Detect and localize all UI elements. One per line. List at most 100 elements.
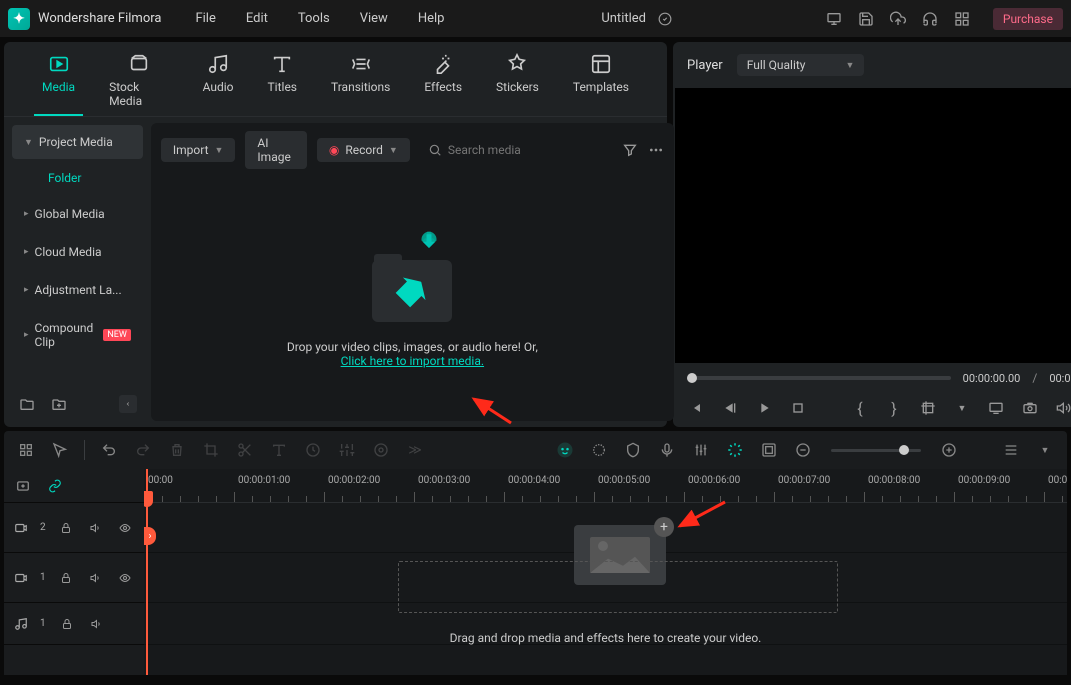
ruler-label: 00:00:04:00 — [508, 475, 560, 486]
mark-in-icon[interactable]: { — [851, 399, 869, 417]
track-view-icon[interactable] — [1001, 440, 1021, 460]
scrub-track[interactable] — [687, 376, 951, 380]
select-tool-icon[interactable] — [16, 440, 36, 460]
player-viewport[interactable] — [675, 88, 1071, 363]
mute-icon[interactable] — [87, 569, 104, 587]
support-icon[interactable] — [921, 10, 939, 28]
save-icon[interactable] — [857, 10, 875, 28]
mark-out-icon[interactable]: } — [885, 399, 903, 417]
shield-icon[interactable] — [623, 440, 643, 460]
drop-area[interactable]: Drop your video clips, images, or audio … — [151, 177, 674, 421]
timeline-drop-zone[interactable] — [398, 561, 838, 613]
marker-dotted-icon[interactable] — [589, 440, 609, 460]
volume-icon[interactable] — [1055, 399, 1071, 417]
add-track-icon[interactable] — [14, 477, 32, 495]
pointer-tool-icon[interactable] — [50, 440, 70, 460]
delete-icon[interactable] — [167, 440, 187, 460]
new-badge: NEW — [103, 329, 131, 341]
visibility-icon[interactable] — [117, 569, 134, 587]
quality-select[interactable]: Full Quality▼ — [737, 54, 865, 76]
tab-media[interactable]: Media — [34, 48, 83, 116]
camera-icon[interactable] — [1021, 399, 1039, 417]
tab-templates[interactable]: Templates — [565, 48, 637, 116]
purchase-button[interactable]: Purchase — [993, 8, 1063, 30]
render-icon[interactable] — [725, 440, 745, 460]
tab-stickers[interactable]: Stickers — [488, 48, 547, 116]
mute-icon[interactable] — [88, 615, 106, 633]
tab-titles[interactable]: Titles — [260, 48, 305, 116]
drop-text: Drop your video clips, images, or audio … — [287, 340, 538, 368]
lock-icon[interactable] — [58, 615, 76, 633]
playhead[interactable]: › — [146, 469, 148, 675]
apps-icon[interactable] — [953, 10, 971, 28]
player-label: Player — [687, 58, 723, 73]
cloud-upload-icon[interactable] — [889, 10, 907, 28]
layout-icon[interactable] — [759, 440, 779, 460]
mixer-icon[interactable] — [691, 440, 711, 460]
new-bin-icon[interactable] — [50, 395, 68, 413]
nav-compound-clip[interactable]: ▸Compound ClipNEW — [12, 311, 143, 359]
new-folder-icon[interactable] — [18, 395, 36, 413]
play-icon[interactable] — [755, 399, 773, 417]
nav-project-media[interactable]: ▼Project Media — [12, 125, 143, 159]
display-icon[interactable] — [825, 10, 843, 28]
tab-transitions[interactable]: Transitions — [323, 48, 398, 116]
player-scrub: 00:00:00.00 / 00:00:00.00 — [673, 363, 1071, 393]
text-tl-icon[interactable] — [269, 440, 289, 460]
tv-icon[interactable] — [987, 399, 1005, 417]
zoom-in-icon[interactable] — [939, 440, 959, 460]
timeline-ruler[interactable]: 00:0000:00:01:0000:00:02:0000:00:03:0000… — [144, 469, 1067, 503]
search-input[interactable] — [448, 143, 604, 157]
add-media-plus-icon[interactable]: + — [654, 517, 674, 537]
import-link[interactable]: Click here to import media. — [341, 354, 484, 368]
timeline-track-headers: 2 1 1 — [4, 469, 144, 675]
nav-folder[interactable]: Folder — [8, 161, 147, 195]
prev-frame-icon[interactable] — [687, 399, 705, 417]
menu-tools[interactable]: Tools — [292, 7, 336, 30]
ai-image-button[interactable]: AI Image — [245, 131, 306, 169]
adjust-icon[interactable] — [337, 440, 357, 460]
crop-icon[interactable] — [919, 399, 937, 417]
menu-file[interactable]: File — [189, 7, 221, 30]
collapse-nav-icon[interactable] — [119, 395, 137, 413]
more-icon[interactable] — [648, 141, 664, 159]
record-button[interactable]: ◉Record▼ — [317, 138, 410, 162]
scrub-thumb[interactable] — [687, 373, 697, 383]
nav-cloud-media[interactable]: ▸Cloud Media — [12, 235, 143, 269]
visibility-icon[interactable] — [117, 519, 134, 537]
tab-audio[interactable]: Audio — [195, 48, 242, 116]
link-icon[interactable] — [46, 477, 64, 495]
nav-adjustment-layer[interactable]: ▸Adjustment La... — [12, 273, 143, 307]
track-view-dropdown-icon[interactable]: ▼ — [1035, 440, 1055, 460]
expand-icon[interactable]: ≫ — [405, 440, 425, 460]
zoom-handle[interactable] — [899, 445, 909, 455]
tab-stock-media[interactable]: Stock Media — [101, 48, 177, 116]
mic-icon[interactable] — [657, 440, 677, 460]
import-button[interactable]: Import▼ — [161, 138, 236, 162]
split-icon[interactable] — [235, 440, 255, 460]
step-back-icon[interactable] — [721, 399, 739, 417]
color-icon[interactable] — [371, 440, 391, 460]
mute-icon[interactable] — [87, 519, 104, 537]
filter-icon[interactable] — [622, 141, 638, 159]
redo-icon[interactable] — [133, 440, 153, 460]
speed-icon[interactable] — [303, 440, 323, 460]
stop-icon[interactable] — [789, 399, 807, 417]
zoom-slider[interactable] — [831, 449, 921, 452]
timeline-canvas[interactable]: 00:0000:00:01:0000:00:02:0000:00:03:0000… — [144, 469, 1067, 675]
tab-effects-label: Effects — [424, 80, 462, 94]
tab-effects[interactable]: Effects — [416, 48, 470, 116]
ai-icon[interactable] — [555, 440, 575, 460]
menu-view[interactable]: View — [354, 7, 394, 30]
lock-icon[interactable] — [58, 569, 75, 587]
sync-status-icon[interactable] — [656, 10, 674, 28]
crop-dropdown-icon[interactable]: ▼ — [953, 399, 971, 417]
zoom-out-icon[interactable] — [793, 440, 813, 460]
crop-tl-icon[interactable] — [201, 440, 221, 460]
tab-titles-label: Titles — [268, 80, 297, 94]
undo-icon[interactable] — [99, 440, 119, 460]
menu-help[interactable]: Help — [412, 7, 451, 30]
lock-icon[interactable] — [58, 519, 75, 537]
menu-edit[interactable]: Edit — [240, 7, 274, 30]
nav-global-media[interactable]: ▸Global Media — [12, 197, 143, 231]
